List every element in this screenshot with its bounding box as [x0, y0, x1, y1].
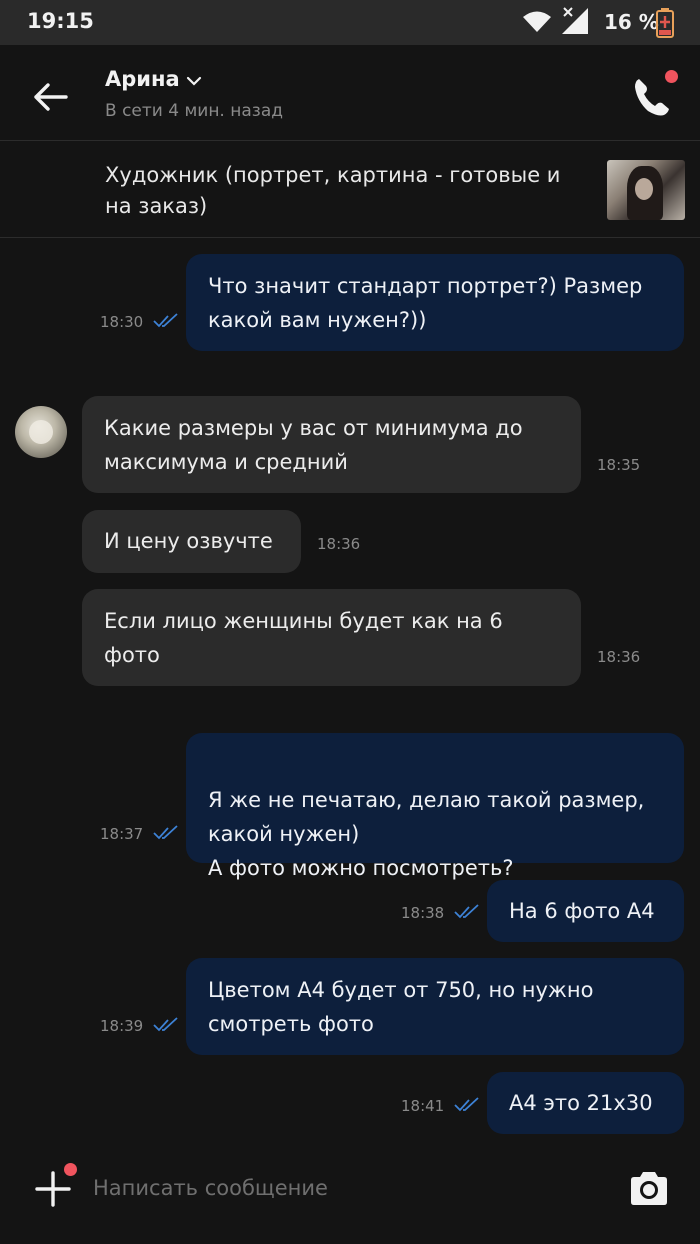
- signal-icon: [562, 7, 588, 34]
- status-bar: 19:15 16 %: [0, 0, 700, 45]
- outgoing-message[interactable]: Я же не печатаю, делаю такой размер, как…: [186, 733, 684, 880]
- message-input[interactable]: [93, 1168, 593, 1208]
- message-text: Я же не печатаю, делаю такой размер, как…: [208, 788, 645, 880]
- outgoing-message[interactable]: На 6 фото А4: [487, 880, 684, 942]
- read-ticks-icon: [153, 825, 178, 840]
- listing-banner[interactable]: Художник (портрет, картина - готовые и н…: [0, 142, 700, 238]
- message-text: Какие размеры у вас от минимума до макси…: [104, 416, 523, 474]
- message-composer: [0, 1140, 700, 1244]
- battery-percent: 16 %: [604, 10, 659, 34]
- wifi-icon: [523, 11, 551, 32]
- read-ticks-icon: [454, 904, 479, 919]
- message-time: 18:36: [597, 648, 641, 666]
- chat-header: Арина В сети 4 мин. назад: [0, 45, 700, 141]
- message-text: На 6 фото А4: [509, 899, 655, 923]
- message-time: 18:37: [100, 825, 144, 843]
- battery-charging-icon: [656, 8, 674, 38]
- notification-dot: [64, 1163, 77, 1176]
- incoming-message[interactable]: Если лицо женщины будет как на 6 фото: [82, 589, 581, 686]
- message-time: 18:36: [317, 535, 361, 553]
- contact-name[interactable]: Арина: [105, 67, 180, 91]
- message-text: Цветом А4 будет от 750, но нужно смотрет…: [208, 978, 594, 1036]
- notification-dot: [665, 70, 678, 83]
- message-time: 18:30: [100, 313, 144, 331]
- incoming-message[interactable]: Какие размеры у вас от минимума до макси…: [82, 396, 581, 493]
- message-time: 18:41: [401, 1097, 445, 1115]
- chevron-down-icon[interactable]: [186, 75, 202, 87]
- message-time: 18:38: [401, 904, 445, 922]
- camera-icon[interactable]: [627, 1168, 671, 1208]
- back-arrow-icon[interactable]: [30, 77, 70, 117]
- outgoing-message[interactable]: Что значит стандарт портрет?) Размер как…: [186, 254, 684, 351]
- outgoing-message[interactable]: Цветом А4 будет от 750, но нужно смотрет…: [186, 958, 684, 1055]
- listing-thumbnail: [607, 160, 685, 220]
- message-text: А4 это 21х30: [509, 1091, 653, 1115]
- listing-title: Художник (портрет, картина - готовые и н…: [105, 163, 561, 218]
- read-ticks-icon: [153, 1017, 178, 1032]
- message-text: И цену озвучте: [104, 529, 273, 553]
- contact-avatar[interactable]: [15, 406, 67, 458]
- incoming-message[interactable]: И цену озвучте: [82, 510, 301, 573]
- message-text: Что значит стандарт портрет?) Размер как…: [208, 274, 643, 332]
- message-text: Если лицо женщины будет как на 6 фото: [104, 609, 503, 667]
- outgoing-message[interactable]: А4 это 21х30: [487, 1072, 684, 1134]
- status-time: 19:15: [27, 9, 94, 33]
- message-time: 18:35: [597, 456, 641, 474]
- message-time: 18:39: [100, 1017, 144, 1035]
- read-ticks-icon: [454, 1097, 479, 1112]
- read-ticks-icon: [153, 313, 178, 328]
- contact-status: В сети 4 мин. назад: [105, 101, 283, 121]
